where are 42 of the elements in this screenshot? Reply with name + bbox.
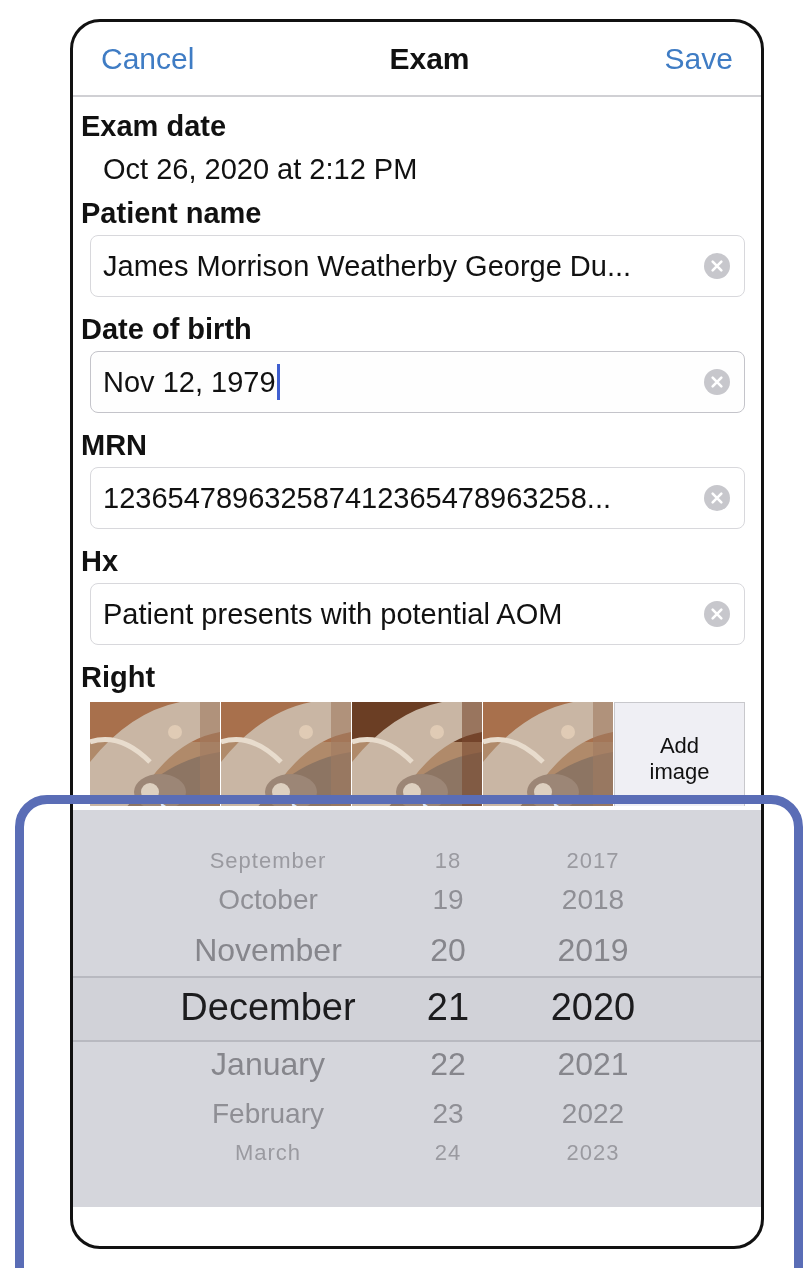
- input-field[interactable]: 123654789632587412365478963258...: [90, 467, 745, 529]
- picker-option[interactable]: January: [211, 1038, 325, 1090]
- add-image-button[interactable]: Add image: [614, 702, 745, 806]
- picker-option[interactable]: 2023: [566, 1138, 620, 1168]
- field-value: James Morrison Weatherby George Du...: [103, 249, 632, 283]
- picker-option[interactable]: 18: [434, 846, 462, 876]
- field-label: Exam date: [81, 111, 228, 141]
- picker-option[interactable]: 2019: [557, 924, 629, 976]
- picker-option[interactable]: 2020: [550, 976, 636, 1038]
- picker-option[interactable]: September: [209, 846, 327, 876]
- picker-option[interactable]: 22: [430, 1038, 466, 1090]
- exam-date-value[interactable]: Oct 26, 2020 at 2:12 PM: [81, 141, 745, 194]
- picker-option[interactable]: 23: [432, 1090, 464, 1138]
- field-label: Hx: [81, 546, 120, 576]
- field-label: Right: [81, 662, 157, 692]
- picker-option[interactable]: 2018: [561, 876, 625, 924]
- input-field[interactable]: Nov 12, 1979: [90, 351, 745, 413]
- picker-option[interactable]: 2022: [561, 1090, 625, 1138]
- picker-option[interactable]: December: [180, 976, 356, 1038]
- picker-option[interactable]: 2021: [557, 1038, 629, 1090]
- field-value: Nov 12, 1979: [103, 365, 276, 399]
- cancel-button[interactable]: Cancel: [101, 41, 195, 76]
- field-label: Date of birth: [81, 314, 253, 344]
- picker-option[interactable]: October: [218, 876, 318, 924]
- field-value: Patient presents with potential AOM: [103, 597, 563, 631]
- picker-option[interactable]: 2017: [566, 846, 620, 876]
- text-cursor: [276, 364, 280, 400]
- picker-option[interactable]: 20: [430, 924, 466, 976]
- picker-option[interactable]: 24: [434, 1138, 462, 1168]
- field-label: MRN: [81, 430, 149, 460]
- field-value: 123654789632587412365478963258...: [103, 481, 612, 515]
- picker-option[interactable]: March: [234, 1138, 302, 1168]
- picker-option[interactable]: November: [194, 924, 342, 976]
- picker-option[interactable]: February: [211, 1090, 324, 1138]
- input-field[interactable]: Patient presents with potential AOM: [90, 583, 745, 645]
- picker-option[interactable]: 19: [432, 876, 464, 924]
- input-field[interactable]: James Morrison Weatherby George Du...: [90, 235, 745, 297]
- save-button[interactable]: Save: [664, 41, 733, 76]
- date-picker[interactable]: September October November December January February March 18 19 20 21 22 23 24 2017 2018 2019 2020 2021 2022 2023: [73, 810, 761, 1207]
- field-label: Patient name: [81, 198, 263, 228]
- screen-title: Exam: [389, 41, 470, 76]
- picker-option[interactable]: 21: [426, 976, 470, 1038]
